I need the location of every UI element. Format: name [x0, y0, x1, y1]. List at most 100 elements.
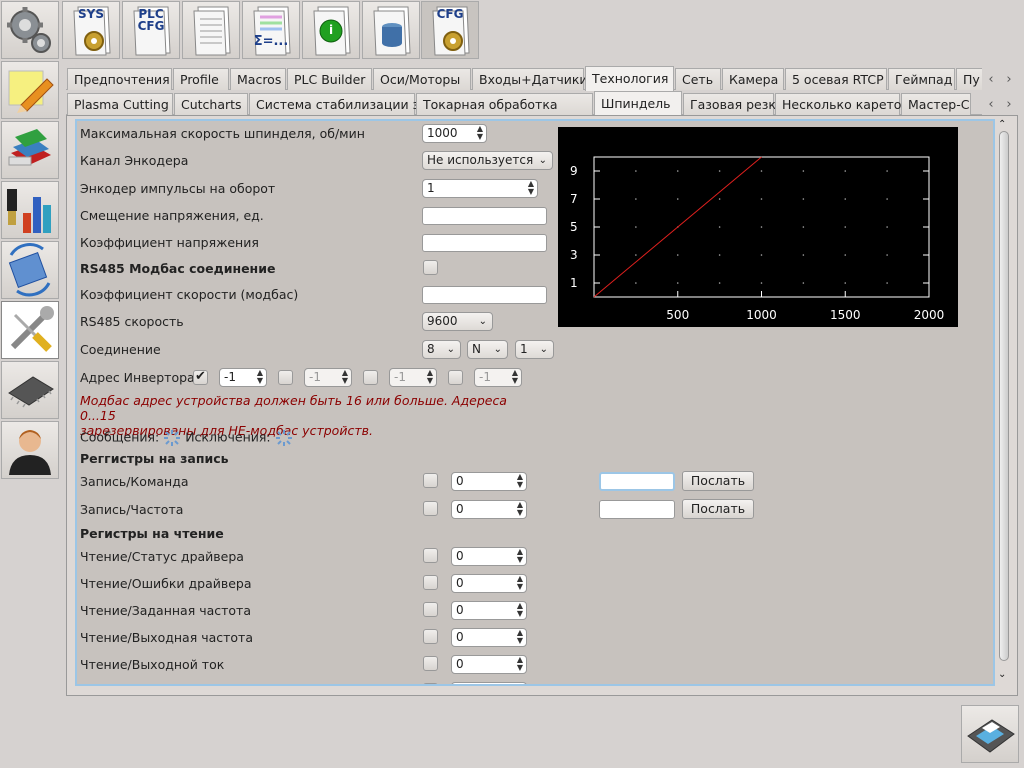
- write-register-spinbox[interactable]: 0 ▲ ▼: [451, 472, 527, 491]
- sidebar-chip-button[interactable]: [1, 361, 59, 419]
- x-tick-label: 500: [666, 308, 689, 322]
- toolbar-button-6[interactable]: CFG: [421, 1, 479, 59]
- tab-main-6[interactable]: Технология: [585, 66, 674, 91]
- inverter-addr-checkbox[interactable]: [278, 370, 293, 385]
- chevron-right-icon[interactable]: ›: [1006, 72, 1011, 87]
- spin-arrows-icon[interactable]: ▲▼: [517, 575, 523, 591]
- chevron-right-icon[interactable]: ›: [1006, 97, 1011, 112]
- tab-main-4[interactable]: Оси/Моторы: [373, 68, 471, 90]
- toolbar-button-3[interactable]: Σ=...: [242, 1, 300, 59]
- sidebar-edit-button[interactable]: [1, 61, 59, 119]
- read-register-checkbox[interactable]: [423, 656, 438, 671]
- tab-main-1[interactable]: Profile: [173, 68, 229, 90]
- read-register-spinbox[interactable]: 0▲▼: [451, 601, 527, 620]
- sidebar-books-button[interactable]: [1, 121, 59, 179]
- toolbar-button-5[interactable]: [362, 1, 420, 59]
- max-speed-spinbox[interactable]: 1000 ▲ ▼: [422, 124, 487, 143]
- tab-main-5[interactable]: Входы+Датчики: [472, 68, 588, 90]
- read-register-checkbox[interactable]: [423, 683, 438, 684]
- content-scrollbar[interactable]: ⌃ ⌄: [997, 119, 1011, 686]
- read-register-spinbox[interactable]: 0▲▼: [451, 655, 527, 674]
- spin-arrows-icon[interactable]: ▲▼: [342, 369, 348, 385]
- toolbar-button-4[interactable]: i: [302, 1, 360, 59]
- sidebar-settings-button[interactable]: [1, 1, 59, 59]
- inverter-addr-checkbox[interactable]: [193, 369, 208, 385]
- tab-sub-1[interactable]: Cutcharts: [174, 93, 248, 115]
- inverter-addr-checkbox[interactable]: [448, 370, 463, 385]
- voltage-offset-input[interactable]: [422, 207, 547, 225]
- tab-sub-6[interactable]: Несколько кареток: [775, 93, 909, 115]
- write-register-input[interactable]: [599, 472, 675, 491]
- speed-coeff-input[interactable]: [422, 286, 547, 304]
- chevron-left-icon[interactable]: ‹: [988, 97, 993, 112]
- tab-main-3[interactable]: PLC Builder: [287, 68, 372, 90]
- read-register-checkbox[interactable]: [423, 548, 438, 563]
- spin-arrows-icon[interactable]: ▲▼: [517, 683, 523, 685]
- inverter-addr-spinbox[interactable]: -1 ▲ ▼: [304, 368, 352, 387]
- connection-parity-select[interactable]: N ⌄: [467, 340, 508, 359]
- connection-stop-select[interactable]: 1 ⌄: [515, 340, 554, 359]
- read-register-checkbox[interactable]: [423, 629, 438, 644]
- read-register-spinbox[interactable]: 0▲▼: [451, 547, 527, 566]
- tab-main-8[interactable]: Камера: [722, 68, 784, 90]
- tab-sub-2[interactable]: Система стабилизации зазора: [249, 93, 457, 115]
- inverter-addr-spinbox[interactable]: -1 ▲ ▼: [474, 368, 522, 387]
- toolbar-button-1[interactable]: PLC CFG: [122, 1, 180, 59]
- tab-main-9[interactable]: 5 осевая RTCP: [785, 68, 887, 90]
- inverter-addr-checkbox[interactable]: [363, 370, 378, 385]
- write-register-checkbox[interactable]: [423, 473, 438, 488]
- read-register-spinbox[interactable]: 0▲▼: [451, 628, 527, 647]
- tab-sub-0[interactable]: Plasma Cutting: [67, 93, 173, 115]
- tab-sub-5[interactable]: Газовая резка: [683, 93, 784, 115]
- tab-sub-3[interactable]: Токарная обработка: [416, 93, 593, 115]
- encoder-channel-select[interactable]: Не используется ⌄: [422, 151, 553, 170]
- tab-sub-4[interactable]: Шпиндель: [594, 91, 682, 116]
- write-registers-section: Реггистры на запись: [80, 451, 229, 466]
- send-button[interactable]: Послать: [682, 499, 754, 519]
- save-button[interactable]: [961, 705, 1019, 763]
- write-register-input[interactable]: [599, 500, 675, 519]
- write-register-checkbox[interactable]: [423, 501, 438, 516]
- y-tick-label: 3: [570, 248, 578, 262]
- spin-arrows-icon[interactable]: ▲▼: [528, 180, 534, 196]
- sidebar-tools-button[interactable]: [1, 181, 59, 239]
- tab-sub-7[interactable]: Мастер-С: [901, 93, 971, 115]
- spin-arrows-icon[interactable]: ▲▼: [517, 656, 523, 672]
- inverter-addr-spinbox[interactable]: -1 ▲ ▼: [389, 368, 437, 387]
- scroll-down-icon[interactable]: ⌄: [998, 669, 1006, 680]
- send-button[interactable]: Послать: [682, 471, 754, 491]
- connection-bits-select[interactable]: 8 ⌄: [422, 340, 461, 359]
- read-register-checkbox[interactable]: [423, 602, 438, 617]
- spin-arrows-icon[interactable]: ▲▼: [257, 369, 263, 385]
- scroll-up-icon[interactable]: ⌃: [998, 119, 1006, 130]
- read-register-spinbox[interactable]: 0▲▼: [451, 574, 527, 593]
- spin-arrows-icon[interactable]: ▲▼: [477, 125, 483, 141]
- read-register-checkbox[interactable]: [423, 575, 438, 590]
- voltage-coeff-input[interactable]: [422, 234, 547, 252]
- rs485-speed-select[interactable]: 9600 ⌄: [422, 312, 493, 331]
- sidebar-user-button[interactable]: [1, 421, 59, 479]
- tab-main-2[interactable]: Macros: [230, 68, 286, 90]
- inverter-addr-spinbox[interactable]: -1 ▲ ▼: [219, 368, 267, 387]
- toolbar-button-0[interactable]: SYS: [62, 1, 120, 59]
- scroll-thumb[interactable]: [999, 131, 1009, 661]
- chevron-left-icon[interactable]: ‹: [988, 72, 993, 87]
- toolbar-button-2[interactable]: [182, 1, 240, 59]
- sidebar-wrench-button[interactable]: [1, 301, 59, 359]
- spin-arrows-icon[interactable]: ▲▼: [517, 473, 523, 489]
- write-register-spinbox[interactable]: 0 ▲ ▼: [451, 500, 527, 519]
- spin-arrows-icon[interactable]: ▲▼: [427, 369, 433, 385]
- spin-arrows-icon[interactable]: ▲▼: [517, 548, 523, 564]
- spin-arrows-icon[interactable]: ▲▼: [517, 629, 523, 645]
- sidebar-mycnc-button[interactable]: [1, 241, 59, 299]
- encoder-pulses-spinbox[interactable]: 1 ▲ ▼: [422, 179, 538, 198]
- spin-arrows-icon[interactable]: ▲▼: [517, 501, 523, 517]
- spin-arrows-icon[interactable]: ▲▼: [517, 602, 523, 618]
- tab-main-0[interactable]: Предпочтения: [67, 68, 172, 90]
- spin-arrows-icon[interactable]: ▲▼: [512, 369, 518, 385]
- grid-dot: [886, 282, 888, 284]
- tab-main-7[interactable]: Сеть: [675, 68, 721, 90]
- read-register-spinbox[interactable]: 0▲▼: [451, 682, 527, 685]
- tab-main-10[interactable]: Геймпад: [888, 68, 955, 90]
- rs485-enable-checkbox[interactable]: [423, 260, 438, 275]
